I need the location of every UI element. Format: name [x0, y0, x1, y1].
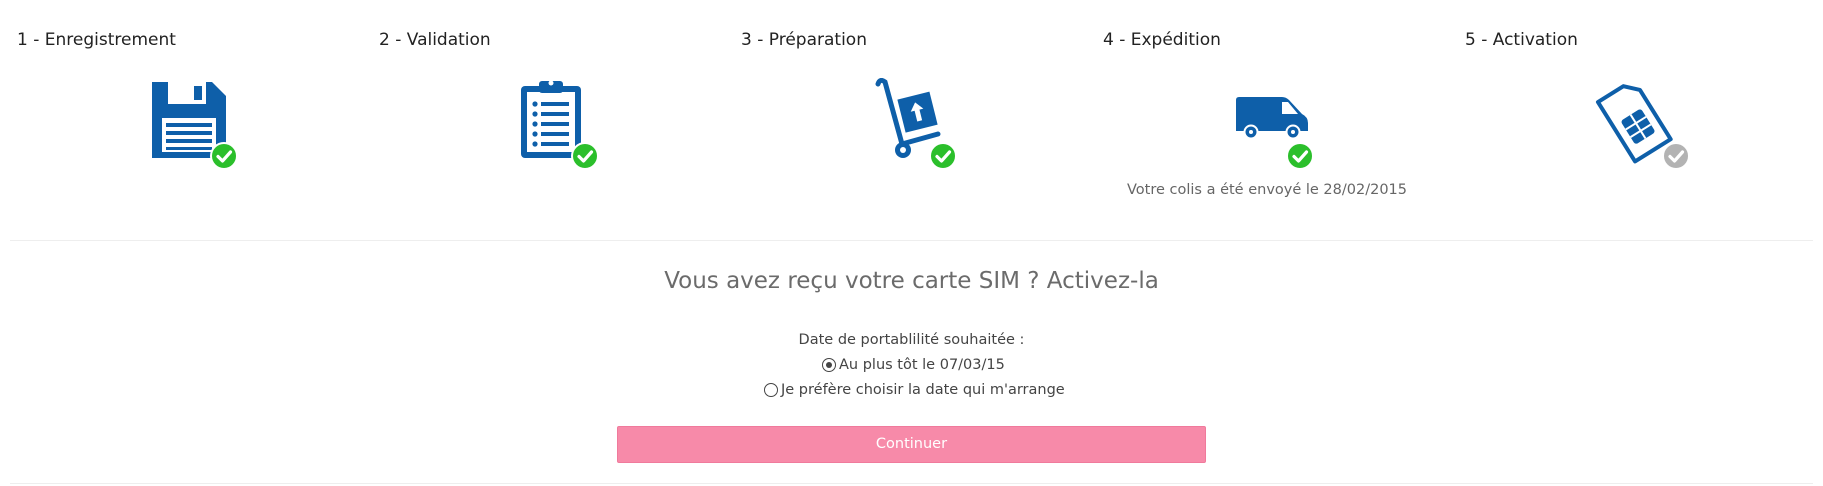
shipping-date-note: Votre colis a été envoyé le 28/02/2015 [1126, 182, 1408, 198]
step-title: 2 - Validation [379, 30, 491, 50]
step-shipping: 4 - Expédition Votre colis a été envoyé … [1086, 28, 1448, 228]
delivery-van-icon [1236, 97, 1308, 140]
radio-label: Je préfère choisir la date qui m'arrange [781, 382, 1065, 398]
order-steps: 1 - Enregistrement 2 - Validation 3 - Pr… [0, 0, 1823, 230]
radio-option-earliest[interactable]: Au plus tôt le 07/03/15 [822, 354, 1005, 376]
step-title: 5 - Activation [1465, 30, 1578, 50]
check-done-icon [1286, 142, 1314, 170]
check-pending-icon [1662, 142, 1690, 170]
check-done-icon [929, 142, 957, 170]
step-title: 1 - Enregistrement [17, 30, 176, 50]
radio-option-choose-date[interactable]: Je préfère choisir la date qui m'arrange [764, 379, 1065, 401]
step-title: 3 - Préparation [741, 30, 867, 50]
check-done-icon [210, 142, 238, 170]
step-activation: 5 - Activation [1448, 28, 1810, 228]
radio-label: Au plus tôt le 07/03/15 [839, 357, 1005, 373]
step-validation: 2 - Validation [362, 28, 724, 228]
step-registration: 1 - Enregistrement [0, 28, 362, 228]
order-tracking-page: 1 - Enregistrement 2 - Validation 3 - Pr… [0, 0, 1823, 486]
continue-button[interactable]: Continuer [617, 426, 1206, 463]
section-divider [10, 240, 1813, 241]
check-done-icon [571, 142, 599, 170]
portability-date-label: Date de portablilité souhaitée : [798, 332, 1025, 348]
radio-button[interactable] [822, 358, 836, 372]
step-title: 4 - Expédition [1103, 30, 1221, 50]
bottom-divider [10, 483, 1813, 484]
step-preparation: 3 - Préparation [724, 28, 1086, 228]
activation-heading: Vous avez reçu votre carte SIM ? Activez… [664, 268, 1159, 294]
radio-button[interactable] [764, 383, 778, 397]
